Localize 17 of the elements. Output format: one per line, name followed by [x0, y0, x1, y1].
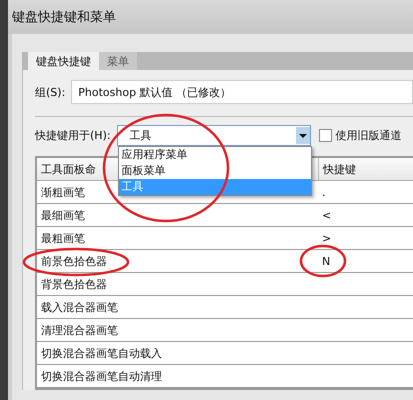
shortcut-cell: > — [322, 232, 332, 244]
command-cell: 最粗画笔 — [41, 230, 85, 246]
group-label: 组(S): — [35, 84, 66, 100]
shortcut-cell: < — [322, 208, 332, 222]
command-cell: 背景色拾色器 — [41, 276, 107, 292]
checkbox-label: 使用旧版通道 — [336, 128, 402, 143]
command-cell: 最细画笔 — [41, 208, 85, 222]
command-cell: 前景色拾色器 — [41, 254, 107, 268]
command-cell: 切换混合器画笔自动清理 — [41, 368, 162, 384]
shortcut-cell: N — [322, 254, 330, 268]
command-cell: 清理混合器画笔 — [41, 322, 118, 338]
command-cell: 载入混合器画笔 — [41, 300, 118, 314]
command-cell: 切换混合器画笔自动载入 — [41, 346, 162, 360]
command-cell: 渐粗画笔 — [41, 184, 85, 200]
shortcuts-for-label: 快捷键用于(H): — [35, 128, 111, 143]
shortcut-cell: . — [322, 186, 326, 198]
window-title: 键盘快捷键和菜单 — [12, 9, 116, 26]
